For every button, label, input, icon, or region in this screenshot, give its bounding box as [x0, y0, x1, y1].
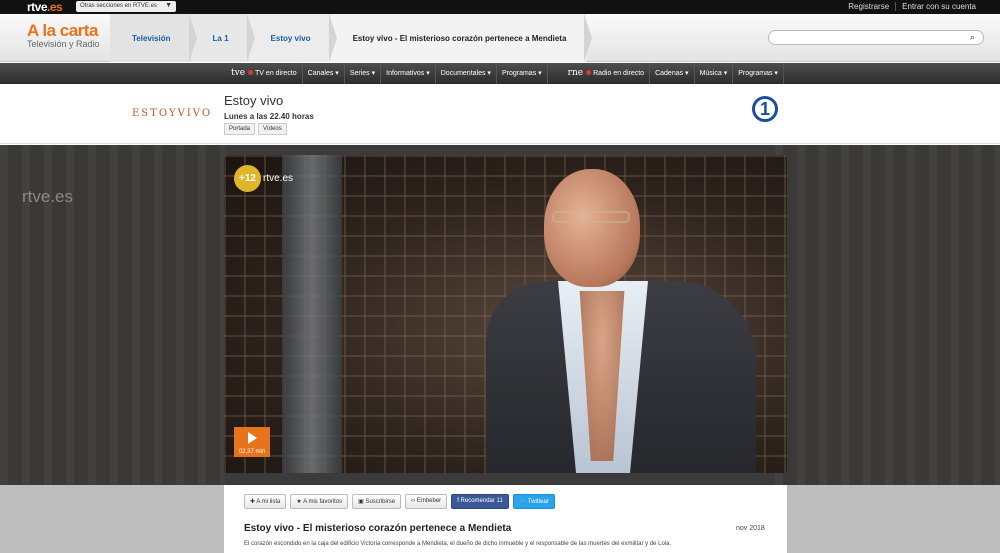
program-header: ESTOYVIVO Estoy vivo Lunes a las 22.40 h…	[0, 84, 1000, 144]
video-channel-logo: rtve.es	[263, 173, 294, 184]
article-description: El corazón escondido en la caja del edif…	[244, 541, 672, 547]
video-stage: rtve.es	[0, 145, 1000, 485]
breadcrumb-estoy-vivo[interactable]: Estoy vivo	[248, 14, 337, 62]
article-date: nov 2018	[736, 525, 765, 532]
nav-cadenas[interactable]: Cadenas ▾	[650, 63, 695, 84]
nav-canales[interactable]: Canales ▾	[303, 63, 345, 84]
program-schedule: Lunes a las 22.40 horas	[224, 112, 314, 121]
nav-documentales[interactable]: Documentales ▾	[436, 63, 497, 84]
background-blur-right	[775, 145, 1000, 485]
tve-logo: tve	[231, 68, 246, 78]
search-icon[interactable]: ⌕	[970, 32, 975, 43]
program-title[interactable]: Estoy vivo	[224, 93, 283, 108]
subscribe-button[interactable]: ▣ Suscribirse	[352, 494, 402, 509]
other-sections-dropdown[interactable]: Otras secciones en RTVE.es ▼	[76, 1, 176, 12]
add-to-list-button[interactable]: ✚ A mi lista	[244, 494, 287, 509]
login-link[interactable]: Entrar con su cuenta	[895, 2, 982, 11]
program-logo[interactable]: ESTOYVIVO	[132, 108, 212, 119]
top-bar: rtve.es Otras secciones en RTVE.es ▼ Reg…	[0, 0, 1000, 14]
video-duration: 02.37 min	[238, 449, 266, 455]
other-sections-label: Otras secciones en RTVE.es	[80, 3, 157, 9]
twitter-tweet-button[interactable]: 🐦 Twittear	[512, 494, 555, 509]
breadcrumb-television[interactable]: Televisión	[110, 14, 197, 62]
breadcrumb-current: Estoy vivo - El misterioso corazón perte…	[330, 14, 593, 62]
live-dot-icon	[248, 70, 254, 75]
action-bar: ✚ A mi lista ★ A mis favoritos ▣ Suscrib…	[244, 494, 555, 509]
tab-portada[interactable]: Portada	[224, 123, 256, 135]
chevron-down-icon: ▼	[165, 2, 172, 9]
video-person	[486, 169, 756, 473]
video-player[interactable]	[224, 155, 787, 473]
play-button[interactable]: 02.37 min	[234, 427, 270, 457]
breadcrumb-la1[interactable]: La 1	[190, 14, 255, 62]
live-dot-icon	[586, 70, 592, 75]
breadcrumb: Televisión La 1 Estoy vivo Estoy vivo - …	[110, 14, 593, 62]
program-tabs: Portada Vídeos	[224, 123, 287, 135]
rtve-logo[interactable]: rtve.es	[27, 0, 63, 14]
facebook-recommend-button[interactable]: f Recomendar 11	[451, 494, 509, 509]
nav-programas-radio[interactable]: Programas ▾	[733, 63, 784, 84]
search-input[interactable]: ⌕	[768, 30, 984, 45]
nav-programas-tv[interactable]: Programas ▾	[497, 63, 548, 84]
tab-videos[interactable]: Vídeos	[258, 123, 287, 135]
play-icon	[248, 432, 257, 444]
a-la-carta-logo[interactable]: A la carta Televisión y Radio	[27, 22, 100, 50]
nav-series[interactable]: Series ▾	[345, 63, 382, 84]
add-to-favorites-button[interactable]: ★ A mis favoritos	[290, 494, 349, 509]
article-title: Estoy vivo - El misterioso corazón perte…	[244, 523, 512, 534]
embed-button[interactable]: ‹› Embeber	[405, 494, 448, 509]
main-nav: tve TV en directo Canales ▾ Series ▾ Info…	[0, 63, 1000, 84]
video-pillar	[282, 155, 342, 473]
age-rating-badge: +12	[234, 165, 261, 192]
register-link[interactable]: Registrarse	[842, 2, 895, 11]
header-bar: A la carta Televisión y Radio Televisión…	[0, 14, 1000, 62]
auth-links: Registrarse Entrar con su cuenta	[842, 2, 982, 11]
nav-informativos[interactable]: Informativos ▾	[381, 63, 436, 84]
rtve-watermark: rtve.es	[22, 187, 74, 206]
nav-musica[interactable]: Música ▾	[695, 63, 734, 84]
nav-radio-live[interactable]: rne Radio en directo	[548, 63, 651, 84]
nav-tv-live[interactable]: tve TV en directo	[226, 63, 303, 84]
la1-channel-icon[interactable]: 1	[752, 96, 778, 122]
rne-logo: rne	[567, 68, 584, 78]
